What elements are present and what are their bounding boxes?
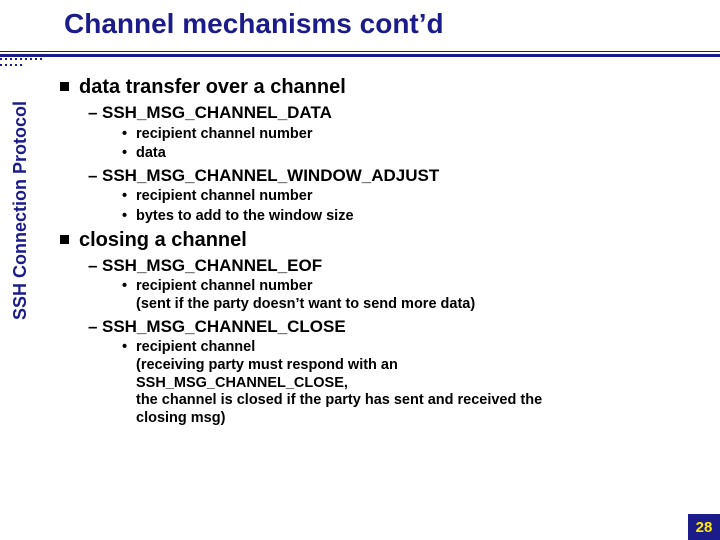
sub-item-label: SSH_MSG_CHANNEL_DATA (102, 103, 332, 122)
slide-title: Channel mechanisms cont’d (64, 8, 700, 40)
bullet-item: •recipient channel number (122, 188, 704, 205)
sidebar-label: SSH Connection Protocol (10, 90, 40, 320)
dot-bullet-icon: • (122, 339, 136, 356)
dot-bullet-icon: • (122, 145, 136, 162)
bullet-item: •data (122, 145, 704, 162)
section-heading-text: closing a channel (79, 229, 247, 251)
bullet-note: the channel is closed if the party has s… (136, 392, 704, 409)
dot-bullet-icon: • (122, 126, 136, 143)
bullet-note: (receiving party must respond with an (136, 357, 704, 374)
bullet-note: SSH_MSG_CHANNEL_CLOSE, (136, 375, 704, 392)
bullet-item: •recipient channel number (122, 278, 704, 295)
bullet-text: recipient channel number (136, 278, 312, 294)
section-heading-text: data transfer over a channel (79, 76, 346, 98)
dash-bullet-icon: – (88, 317, 102, 337)
bullet-text: data (136, 145, 166, 161)
dash-bullet-icon: – (88, 256, 102, 276)
title-rule-thick (0, 54, 720, 57)
dash-bullet-icon: – (88, 166, 102, 186)
section-heading: closing a channel (60, 229, 704, 252)
section-heading: data transfer over a channel (60, 76, 704, 99)
bullet-text: recipient channel (136, 339, 255, 355)
sub-item: –SSH_MSG_CHANNEL_CLOSE (88, 317, 704, 337)
decorative-dots (0, 57, 45, 69)
bullet-item: •bytes to add to the window size (122, 208, 704, 225)
page-number: 28 (688, 514, 720, 540)
sub-item: –SSH_MSG_CHANNEL_EOF (88, 256, 704, 276)
bullet-text: recipient channel number (136, 126, 312, 142)
sub-item: –SSH_MSG_CHANNEL_WINDOW_ADJUST (88, 166, 704, 186)
title-rule-thin (0, 51, 720, 52)
bullet-item: •recipient channel number (122, 126, 704, 143)
square-bullet-icon (60, 235, 69, 244)
slide-body: data transfer over a channel –SSH_MSG_CH… (60, 72, 704, 530)
sub-item: –SSH_MSG_CHANNEL_DATA (88, 103, 704, 123)
dash-bullet-icon: – (88, 103, 102, 123)
bullet-note: closing msg) (136, 410, 704, 427)
sub-item-label: SSH_MSG_CHANNEL_CLOSE (102, 317, 346, 336)
bullet-text: bytes to add to the window size (136, 208, 354, 224)
dot-bullet-icon: • (122, 188, 136, 205)
sub-item-label: SSH_MSG_CHANNEL_EOF (102, 256, 322, 275)
bullet-item: •recipient channel (122, 339, 704, 356)
sub-item-label: SSH_MSG_CHANNEL_WINDOW_ADJUST (102, 166, 439, 185)
dot-bullet-icon: • (122, 278, 136, 295)
bullet-note: (sent if the party doesn’t want to send … (136, 296, 704, 313)
square-bullet-icon (60, 82, 69, 91)
dot-bullet-icon: • (122, 208, 136, 225)
bullet-text: recipient channel number (136, 188, 312, 204)
